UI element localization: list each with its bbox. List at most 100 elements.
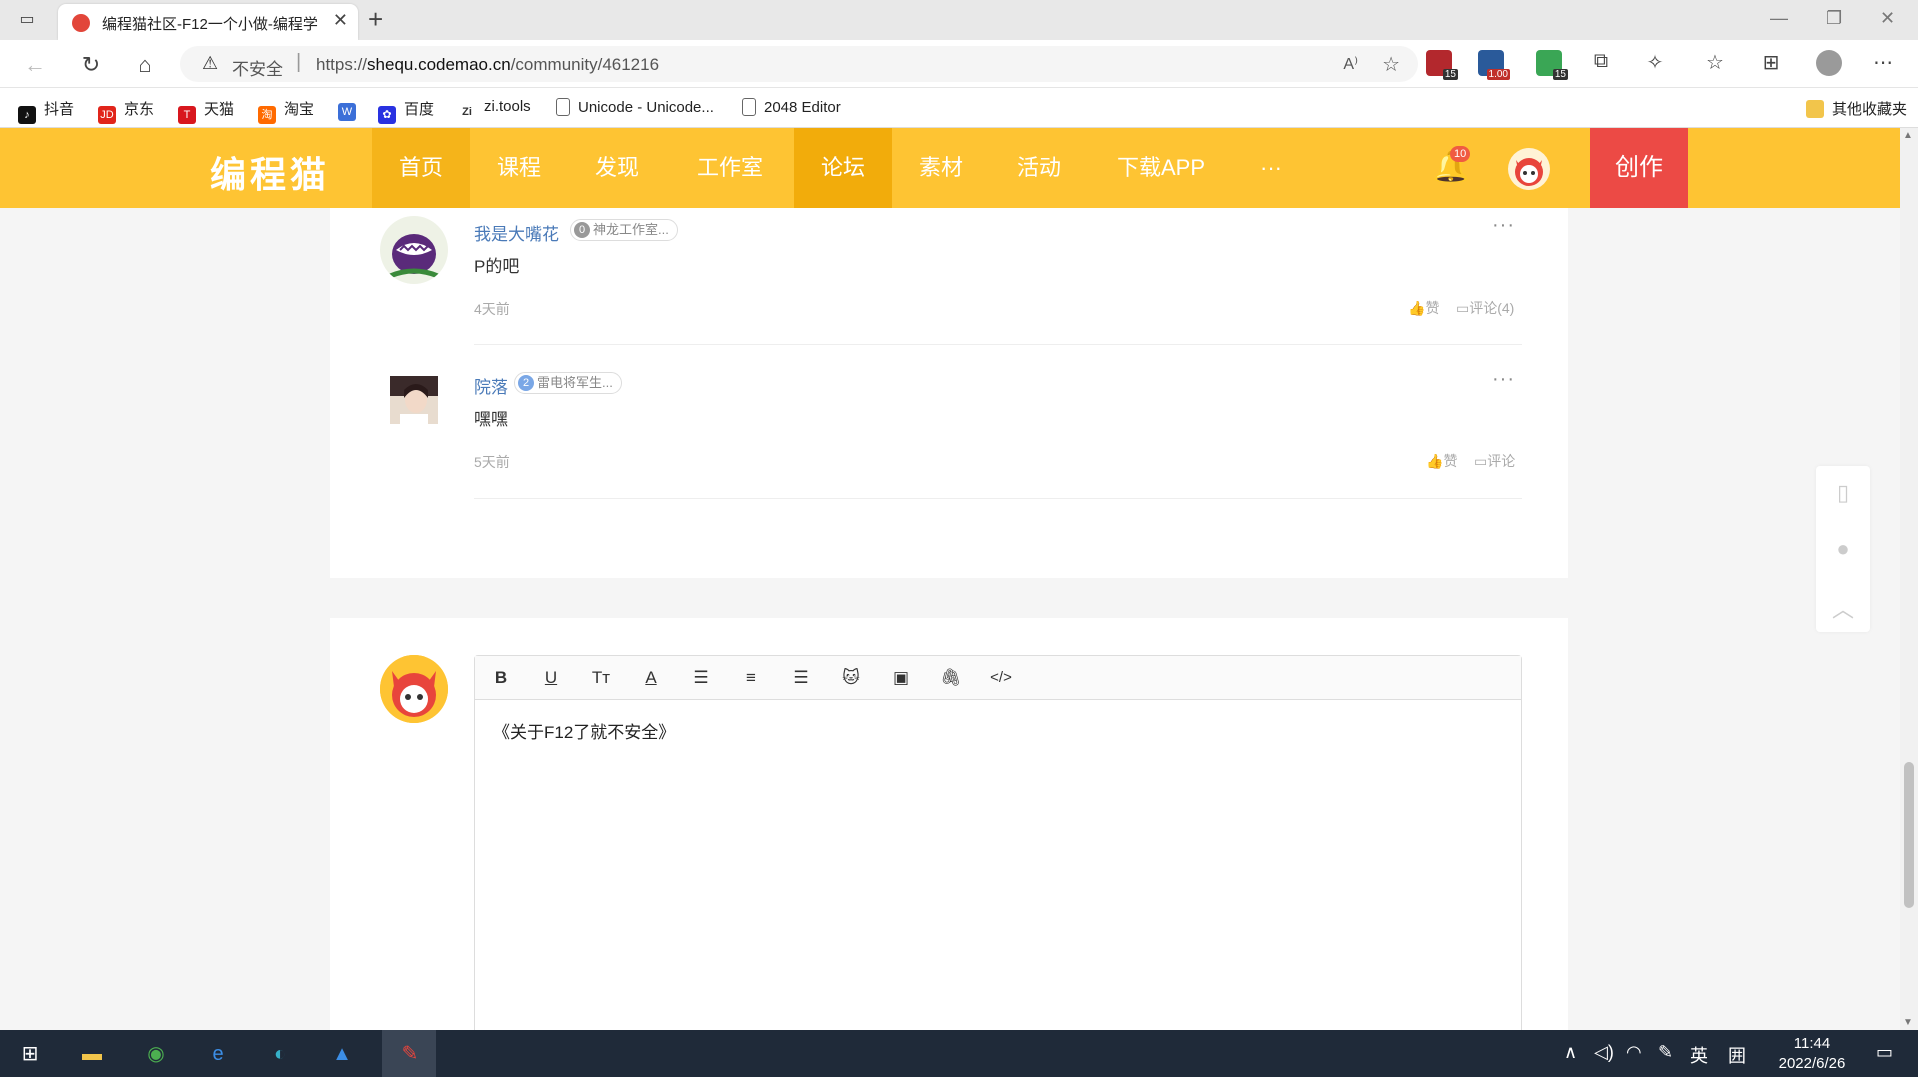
internet-explorer-icon[interactable]: e <box>202 1038 234 1070</box>
minimize-icon[interactable]: — <box>1770 8 1788 29</box>
extension-1-icon[interactable]: 15 <box>1426 50 1458 80</box>
nav-courses[interactable]: 课程 <box>470 128 568 208</box>
nav-more[interactable]: ··· <box>1234 128 1308 208</box>
extension-3-icon[interactable]: 15 <box>1536 50 1568 80</box>
bookmark-unicode[interactable]: Unicode - Unicode... <box>556 98 714 116</box>
url-text[interactable]: https://shequ.codemao.cn/community/46121… <box>316 55 659 75</box>
close-window-icon[interactable]: ✕ <box>1880 8 1895 29</box>
notification-bell-icon[interactable]: 🔔 10 <box>1432 146 1471 185</box>
tab-actions-icon[interactable]: ▭ <box>16 9 38 31</box>
extension-2-icon[interactable]: 1.00 <box>1478 50 1510 80</box>
editor-content[interactable]: 《关于F12了就不安全》 <box>493 718 675 743</box>
reply-button[interactable]: ▭评论 <box>1474 451 1515 471</box>
pen-icon[interactable]: ✎ <box>1658 1042 1673 1063</box>
bookmark-baidu[interactable]: ✿ 百度 <box>378 98 434 124</box>
align-right-icon[interactable]: ☰ <box>789 666 813 690</box>
site-logo[interactable]: 编程猫 <box>210 146 330 198</box>
attachment-icon[interactable]: 🖇 <box>939 666 963 690</box>
bold-icon[interactable]: B <box>489 666 513 690</box>
reply-button[interactable]: ▭评论(4) <box>1456 298 1514 318</box>
commenter-avatar[interactable] <box>390 376 438 424</box>
browser-tab[interactable]: 编程猫社区-F12一个小做-编程学 ✕ <box>58 4 358 40</box>
bookmark-douyin[interactable]: ♪ 抖音 <box>18 98 74 124</box>
back-to-top-icon[interactable]: ︿ <box>1816 592 1870 624</box>
code-icon[interactable]: </> <box>989 666 1013 690</box>
edge-icon[interactable]: ◐ <box>264 1038 296 1070</box>
collections-icon[interactable]: ⧉ <box>1588 50 1614 73</box>
like-button[interactable]: 👍赞 <box>1426 451 1457 471</box>
address-bar[interactable]: ⚠ 不安全 | https://shequ.codemao.cn/communi… <box>180 46 1418 82</box>
browser-360-icon[interactable]: ◉ <box>140 1038 172 1070</box>
font-size-icon[interactable]: Tт <box>589 666 613 690</box>
tablet-icon[interactable]: ▯ <box>1816 480 1870 506</box>
comment-editor[interactable]: B U Tт A ☰ ≡ ☰ 🐱 ▣ 🖇 </> 《关于F12了就不安全》 <box>474 655 1522 1035</box>
bookmark-other-folder[interactable]: 其他收藏夹 <box>1806 98 1907 119</box>
volume-icon[interactable]: ◁) <box>1594 1042 1614 1063</box>
commenter-avatar[interactable] <box>380 216 448 284</box>
bookmark-taobao[interactable]: 淘淘宝 <box>258 98 314 124</box>
read-aloud-icon[interactable]: A⁾ <box>1343 54 1358 74</box>
user-avatar[interactable] <box>1508 148 1550 190</box>
address-separator: | <box>296 51 302 73</box>
nav-forum[interactable]: 论坛 <box>794 128 892 208</box>
my-avatar[interactable] <box>380 655 448 723</box>
scrollbar-thumb[interactable] <box>1904 762 1914 908</box>
bookmark-weibo[interactable]: W <box>338 98 364 121</box>
bookmark-tmall[interactable]: T 天猫 <box>178 98 234 124</box>
profile-avatar[interactable] <box>1816 50 1842 76</box>
nav-home[interactable]: 首页 <box>372 128 470 208</box>
wifi-icon[interactable]: ◠ <box>1626 1042 1642 1063</box>
insecure-label[interactable]: 不安全 <box>232 55 283 80</box>
more-menu-icon[interactable]: ⋯ <box>1870 50 1896 75</box>
new-tab-icon[interactable]: + <box>368 4 383 35</box>
emoji-cat-icon[interactable]: 🐱 <box>839 666 863 690</box>
qq-icon[interactable]: ● <box>1816 536 1870 562</box>
image-icon[interactable]: ▣ <box>889 666 913 690</box>
underline-icon[interactable]: U <box>539 666 563 690</box>
nav-activities[interactable]: 活动 <box>990 128 1088 208</box>
nav-materials[interactable]: 素材 <box>892 128 990 208</box>
studio-badge[interactable]: 0 神龙工作室... <box>570 219 678 241</box>
home-icon[interactable]: ⌂ <box>132 52 158 78</box>
more-options-icon[interactable]: ··· <box>1492 368 1515 391</box>
nav-download-app[interactable]: 下载APP <box>1088 128 1234 208</box>
align-center-icon[interactable]: ≡ <box>739 666 763 690</box>
restore-icon[interactable]: ❐ <box>1826 8 1842 29</box>
notification-center-icon[interactable]: ▭ <box>1876 1042 1893 1063</box>
commenter-name[interactable]: 我是大嘴花 <box>474 220 559 245</box>
scroll-up-icon[interactable]: ▲ <box>1903 130 1913 141</box>
favorites-icon[interactable]: ☆ <box>1702 50 1728 75</box>
system-clock[interactable]: 11:44 2022/6/26 <box>1766 1034 1858 1074</box>
photos-icon[interactable]: ▲ <box>326 1038 358 1070</box>
ime-language[interactable]: 英 <box>1690 1042 1708 1068</box>
show-hidden-icons[interactable]: ∧ <box>1564 1042 1577 1063</box>
warning-icon[interactable]: ⚠ <box>202 53 218 74</box>
extensions-icon[interactable]: ✧ <box>1642 50 1668 75</box>
refresh-icon[interactable]: ↻ <box>78 52 104 78</box>
back-icon[interactable]: ← <box>22 52 48 78</box>
page-scrollbar[interactable]: ▲ ▼ <box>1900 128 1918 1030</box>
windows-taskbar: ⊞ ▬ ◉ e ◐ ▲ ✎ ∧ ◁) ◠ ✎ 英 囲 11:44 2022/6/… <box>0 1030 1918 1077</box>
nav-discover[interactable]: 发现 <box>568 128 666 208</box>
bookmark-2048-editor[interactable]: 2048 Editor <box>742 98 841 116</box>
studio-badge[interactable]: 2 雷电将军生... <box>514 372 622 394</box>
add-favorite-icon[interactable]: ☆ <box>1382 52 1400 77</box>
like-button[interactable]: 👍赞 <box>1408 298 1439 318</box>
commenter-name[interactable]: 院落 <box>474 373 508 398</box>
bookmark-zitools[interactable]: Zi zi.tools <box>458 98 531 121</box>
bookmark-jd[interactable]: JD 京东 <box>98 98 154 124</box>
codemao-app-icon[interactable]: ✎ <box>394 1038 426 1070</box>
font-color-icon[interactable]: A <box>639 666 663 690</box>
file-explorer-icon[interactable]: ▬ <box>76 1038 108 1070</box>
create-button[interactable]: 创作 <box>1590 128 1688 208</box>
close-tab-icon[interactable]: ✕ <box>333 10 348 31</box>
scroll-down-icon[interactable]: ▼ <box>1903 1017 1913 1028</box>
ime-mode[interactable]: 囲 <box>1728 1042 1746 1068</box>
align-left-icon[interactable]: ☰ <box>689 666 713 690</box>
more-options-icon[interactable]: ··· <box>1492 214 1515 237</box>
windows-start-icon[interactable]: ⊞ <box>14 1038 46 1070</box>
collections-2-icon[interactable]: ⊞ <box>1758 50 1784 75</box>
site-header: 编程猫 首页 课程 发现 工作室 论坛 素材 活动 下载APP ··· 🔔 10 … <box>0 128 1900 208</box>
bookmarks-bar: ♪ 抖音 JD 京东 T 天猫 淘淘宝 W ✿ 百度 Zi zi.tools Unicod… <box>0 88 1918 128</box>
nav-studio[interactable]: 工作室 <box>666 128 794 208</box>
